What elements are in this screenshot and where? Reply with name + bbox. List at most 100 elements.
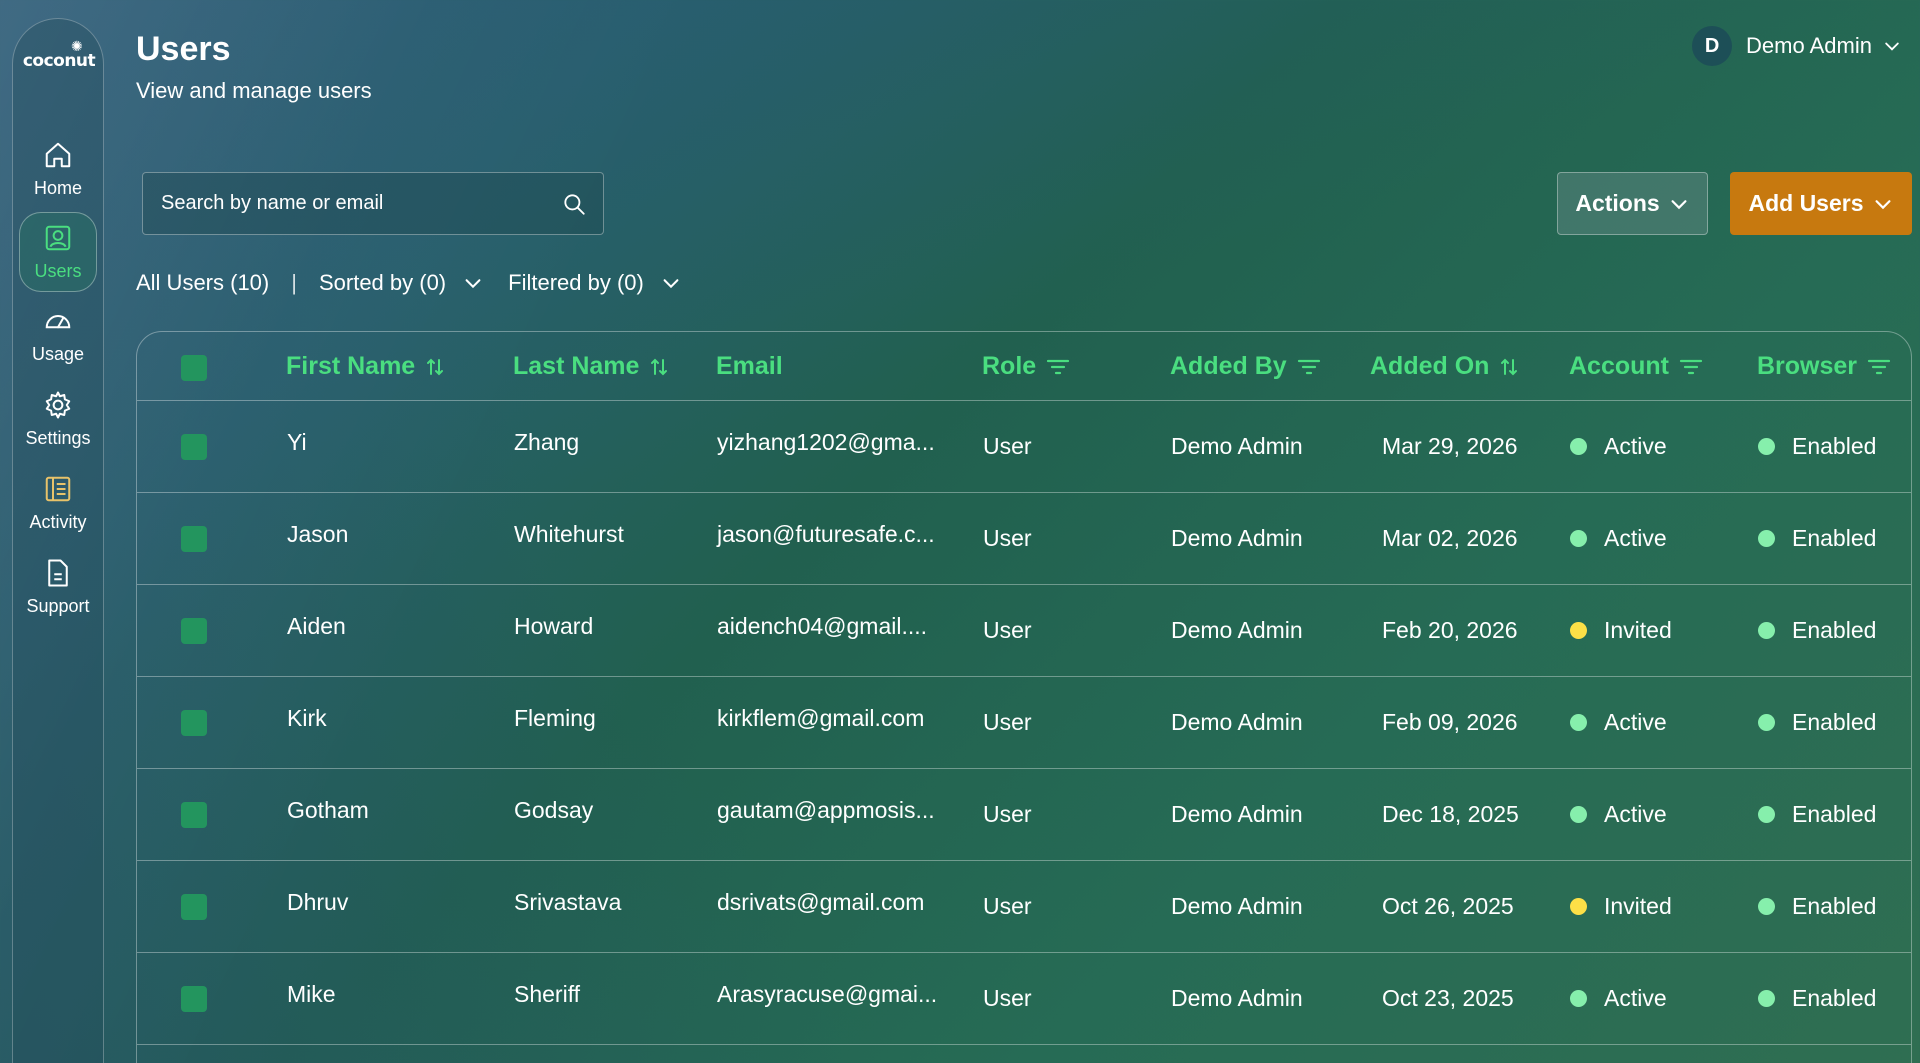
account-status-label: Active — [1604, 801, 1667, 827]
sidebar-item-settings[interactable]: Settings — [19, 379, 97, 459]
table-row[interactable]: Gotham Godsay gautam@appmosis... User De… — [137, 769, 1911, 861]
role-cell: User — [983, 985, 1032, 1011]
page-subtitle: View and manage users — [136, 78, 372, 103]
status-dot — [1758, 714, 1775, 731]
divider: | — [291, 270, 297, 295]
users-table: First Name Last Name Email Role Added By… — [136, 331, 1912, 1063]
table-row[interactable]: Jason Whitehurst jason@futuresafe.c... U… — [137, 493, 1911, 585]
status-dot — [1570, 714, 1587, 731]
row-checkbox[interactable] — [181, 434, 207, 460]
search-icon[interactable] — [561, 191, 587, 217]
sidebar-item-usage[interactable]: Usage — [19, 295, 97, 375]
home-icon — [45, 142, 71, 167]
column-header-added-by[interactable]: Added By — [1170, 352, 1321, 381]
account-status: Invited — [1570, 617, 1672, 644]
email-cell: dsrivats@gmail.com — [717, 889, 925, 915]
browser-status: Enabled — [1758, 893, 1876, 920]
email-cell: aidench04@gmail.... — [717, 613, 928, 639]
browser-status-label: Enabled — [1792, 433, 1877, 459]
added-on-cell: Feb 20, 2026 — [1382, 617, 1518, 643]
column-header-first-name[interactable]: First Name — [286, 352, 445, 381]
row-checkbox[interactable] — [181, 710, 207, 736]
sidebar-item-home[interactable]: Home — [19, 129, 97, 209]
added-on-cell: Oct 26, 2025 — [1382, 893, 1514, 919]
column-header-browser[interactable]: Browser — [1757, 352, 1891, 381]
chevron-down-icon — [1885, 42, 1899, 51]
filter-icon[interactable] — [1679, 357, 1703, 377]
first-name-cell: Aiden — [287, 613, 346, 639]
search-box[interactable] — [142, 172, 604, 235]
last-name-cell: Sheriff — [514, 981, 581, 1007]
added-on-cell: Oct 23, 2025 — [1382, 985, 1514, 1011]
browser-status-label: Enabled — [1792, 801, 1877, 827]
added-by-cell: Demo Admin — [1171, 525, 1303, 551]
account-status-label: Active — [1604, 709, 1667, 735]
sort-icon[interactable] — [649, 356, 669, 378]
account-status: Invited — [1570, 893, 1672, 920]
table-row[interactable]: Kirk Fleming kirkflem@gmail.com User Dem… — [137, 677, 1911, 769]
added-by-cell: Demo Admin — [1171, 709, 1303, 735]
row-checkbox[interactable] — [181, 526, 207, 552]
browser-status: Enabled — [1758, 525, 1876, 552]
table-row[interactable]: Aiden Howard aidench04@gmail.... User De… — [137, 585, 1911, 677]
actions-button-label: Actions — [1575, 190, 1660, 216]
column-header-label: Role — [982, 352, 1037, 380]
column-header-label: Account — [1569, 352, 1669, 380]
sort-icon[interactable] — [1499, 356, 1519, 378]
account-status-label: Active — [1604, 525, 1667, 551]
add-users-button-label: Add Users — [1748, 190, 1864, 216]
row-checkbox[interactable] — [181, 802, 207, 828]
sidebar-item-label: Usage — [31, 343, 85, 364]
status-dot — [1570, 530, 1587, 547]
row-checkbox[interactable] — [181, 986, 207, 1012]
add-users-button[interactable]: Add Users — [1730, 172, 1912, 235]
user-menu[interactable]: D Demo Admin — [1692, 26, 1902, 66]
account-status-label: Invited — [1604, 617, 1672, 643]
browser-status-label: Enabled — [1792, 525, 1877, 551]
column-header-last-name[interactable]: Last Name — [513, 352, 669, 381]
sidebar-item-users[interactable]: Users — [19, 212, 97, 292]
sort-icon[interactable] — [425, 356, 445, 378]
filtered-by-dropdown[interactable]: Filtered by (0) — [508, 270, 682, 296]
avatar: D — [1692, 26, 1733, 66]
account-status: Active — [1570, 709, 1667, 736]
added-on-cell: Feb 09, 2026 — [1382, 709, 1518, 735]
added-on-cell: Mar 29, 2026 — [1382, 433, 1518, 459]
row-checkbox[interactable] — [181, 618, 207, 644]
sidebar-item-support[interactable]: Support — [19, 547, 97, 627]
search-input[interactable] — [161, 192, 561, 215]
email-cell: kirkflem@gmail.com — [717, 705, 925, 731]
status-dot — [1570, 438, 1587, 455]
first-name-cell: Mike — [287, 981, 336, 1007]
table-row[interactable]: Yi Zhang yizhang1202@gma... User Demo Ad… — [137, 401, 1911, 493]
column-header-email[interactable]: Email — [716, 352, 783, 381]
sorted-by-dropdown[interactable]: Sorted by (0) — [319, 270, 484, 296]
filter-icon[interactable] — [1297, 357, 1321, 377]
select-all-checkbox[interactable] — [181, 355, 207, 381]
table-header: First Name Last Name Email Role Added By… — [137, 332, 1911, 401]
column-header-added-on[interactable]: Added On — [1370, 352, 1519, 381]
filter-icon[interactable] — [1046, 357, 1070, 377]
first-name-cell: Kirk — [287, 705, 327, 731]
activity-icon — [45, 476, 71, 501]
added-by-cell: Demo Admin — [1171, 801, 1303, 827]
column-header-account[interactable]: Account — [1569, 352, 1703, 381]
filter-icon[interactable] — [1867, 357, 1891, 377]
table-row[interactable]: Mike Sheriff Arasyracuse@gmai... User De… — [137, 953, 1911, 1045]
role-cell: User — [983, 801, 1032, 827]
browser-status-label: Enabled — [1792, 617, 1877, 643]
status-dot — [1570, 622, 1587, 639]
table-row[interactable]: Dhruv Srivastava dsrivats@gmail.com User… — [137, 861, 1911, 953]
browser-status: Enabled — [1758, 709, 1876, 736]
status-dot — [1570, 990, 1587, 1007]
column-header-role[interactable]: Role — [982, 352, 1070, 381]
added-on-cell: Mar 02, 2026 — [1382, 525, 1518, 551]
column-header-label: Added By — [1170, 352, 1287, 380]
actions-button[interactable]: Actions — [1557, 172, 1708, 235]
email-cell: jason@futuresafe.c... — [717, 521, 935, 547]
sidebar-item-activity[interactable]: Activity — [19, 463, 97, 543]
role-cell: User — [983, 433, 1032, 459]
row-checkbox[interactable] — [181, 894, 207, 920]
added-by-cell: Demo Admin — [1171, 893, 1303, 919]
email-cell: yizhang1202@gma... — [717, 429, 935, 455]
